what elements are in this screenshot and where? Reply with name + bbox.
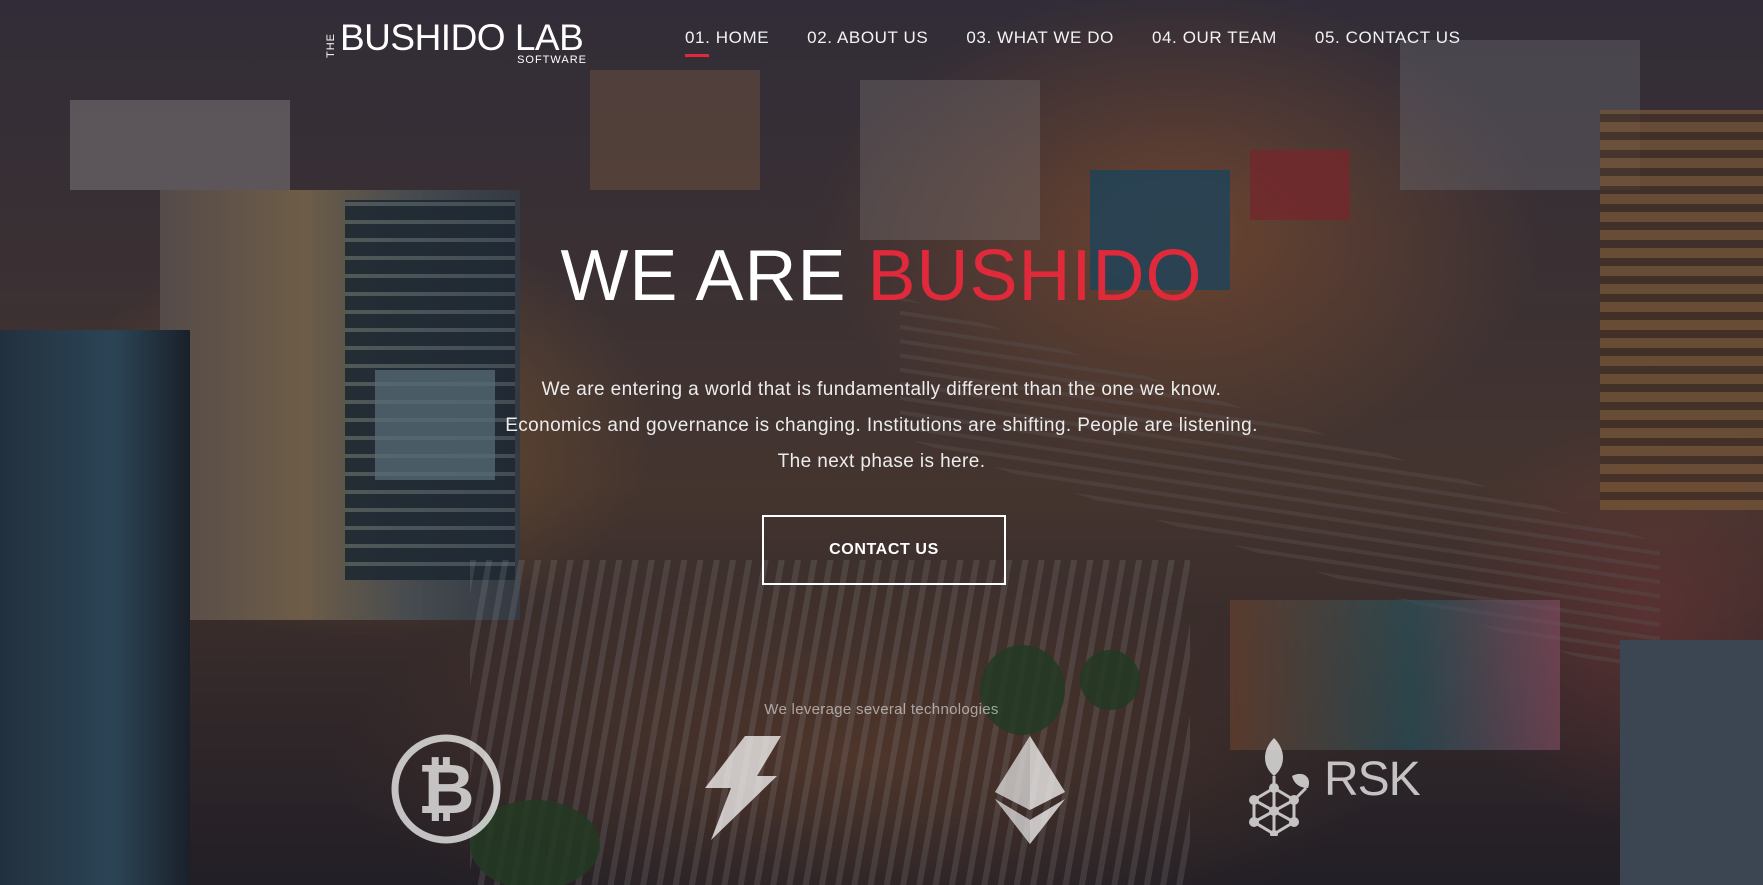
contact-us-button[interactable]: CONTACT US — [762, 515, 1006, 585]
nav-item-contact-us[interactable]: 05. CONTACT US — [1315, 28, 1461, 54]
hero-description: We are entering a world that is fundamen… — [0, 372, 1763, 480]
bitcoin-icon: ₿ — [390, 733, 502, 845]
nav-item-about-us[interactable]: 02. ABOUT US — [807, 28, 928, 54]
svg-text:₿: ₿ — [417, 750, 474, 828]
brand-logo[interactable]: THE BUSHIDO LAB SOFTWARE — [325, 17, 591, 68]
nav-item-home[interactable]: 01. HOME — [685, 28, 769, 57]
main-nav: 01. HOME 02. ABOUT US 03. WHAT WE DO 04.… — [685, 28, 1461, 57]
brand-subtitle: SOFTWARE — [517, 54, 587, 66]
rsk-logo: RSK — [1246, 736, 1421, 836]
hero-title-lead: WE ARE — [560, 236, 847, 316]
rsk-label: RSK — [1324, 753, 1421, 806]
brand-prefix: THE — [325, 33, 337, 58]
nav-item-our-team[interactable]: 04. OUR TEAM — [1152, 28, 1277, 54]
brand-name: BUSHIDO LAB — [340, 17, 584, 58]
hero-title-accent: BUSHIDO — [867, 236, 1203, 316]
hero-line-3: The next phase is here. — [777, 451, 986, 472]
ethereum-icon — [995, 736, 1065, 844]
hero-title: WE ARE BUSHIDO — [0, 232, 1763, 320]
technologies-caption: We leverage several technologies — [764, 701, 999, 718]
hero-line-2: Economics and governance is changing. In… — [505, 415, 1258, 436]
nav-item-what-we-do[interactable]: 03. WHAT WE DO — [966, 28, 1114, 54]
hero-line-1: We are entering a world that is fundamen… — [541, 379, 1222, 400]
rsk-icon — [1249, 738, 1310, 836]
lightning-icon — [705, 736, 781, 840]
